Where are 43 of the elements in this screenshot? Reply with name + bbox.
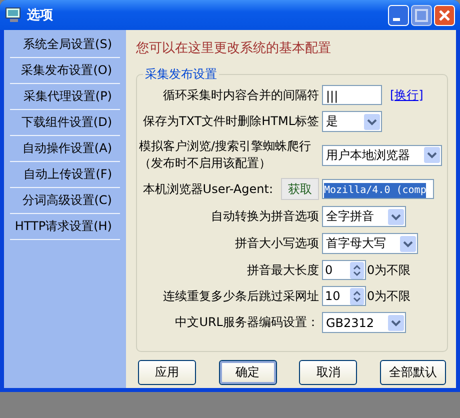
fetch-button[interactable]: 获取 — [281, 178, 319, 200]
sidebar-item[interactable]: 采集代理设置(P) — [10, 84, 120, 110]
dialog-button[interactable]: 应用 — [138, 360, 196, 385]
field-label: 拼音大小写选项 — [235, 236, 319, 250]
maximize-button[interactable] — [411, 4, 432, 26]
dropdown[interactable]: 全字拼音 — [322, 206, 406, 227]
field-label: 拼音最大长度 — [247, 262, 319, 276]
sidebar-item[interactable]: 下载组件设置(D) — [10, 110, 120, 136]
spinner-arrows-icon — [350, 288, 364, 304]
sidebar-item[interactable]: 分词高级设置(C) — [10, 188, 120, 214]
sidebar-item[interactable]: 采集发布设置(O) — [10, 58, 120, 84]
field-label: 模拟客户浏览/搜索引擎蜘蛛爬行 — [139, 138, 312, 155]
field-label: 本机浏览器User-Agent: — [142, 180, 273, 198]
dropdown[interactable]: 是 — [322, 111, 382, 132]
number-field[interactable]: 0 — [322, 260, 366, 280]
minimize-button[interactable] — [388, 4, 409, 26]
dropdown[interactable]: 首字母大写 — [322, 233, 418, 254]
sidebar-item[interactable]: HTTP请求设置(H) — [10, 214, 120, 240]
dropdown[interactable]: GB2312 — [322, 312, 406, 333]
description-text: 您可以在这里更改系统的基本配置 — [136, 40, 332, 58]
hint-text: 0为不限 — [367, 288, 411, 304]
input-field[interactable]: Mozilla/4.0 (comp — [322, 179, 434, 199]
spinner-arrows-icon — [350, 262, 364, 278]
dialog-button[interactable]: 确定 — [218, 360, 277, 385]
sidebar-item[interactable]: 自动操作设置(A) — [10, 136, 120, 162]
number-field[interactable]: 10 — [322, 286, 366, 306]
link[interactable]: [换行] — [390, 86, 424, 104]
field-label: 保存为TXT文件时删除HTML标签 — [142, 114, 319, 128]
dialog-button[interactable]: 全部默认 — [380, 360, 446, 385]
field-label: 连续重复多少条后跳过采网址 — [163, 288, 319, 302]
dropdown[interactable]: 用户本地浏览器 — [322, 144, 442, 166]
field-label: （发布时不启用该配置） — [139, 155, 272, 172]
field-label: 中文URL服务器编码设置： — [175, 315, 319, 329]
input-field[interactable]: ||| — [322, 85, 382, 105]
field-label: 循环采集时内容合并的间隔符 — [163, 88, 319, 102]
monitor-icon — [5, 7, 23, 23]
field-label: 自动转换为拼音选项 — [211, 209, 319, 223]
dialog-button[interactable]: 取消 — [299, 360, 358, 385]
sidebar-item[interactable]: 自动上传设置(F) — [10, 162, 120, 188]
hint-text: 0为不限 — [367, 262, 411, 278]
window-title: 选项 — [27, 7, 54, 24]
close-button[interactable] — [434, 4, 455, 26]
sidebar-item[interactable]: 系统全局设置(S) — [10, 32, 120, 58]
